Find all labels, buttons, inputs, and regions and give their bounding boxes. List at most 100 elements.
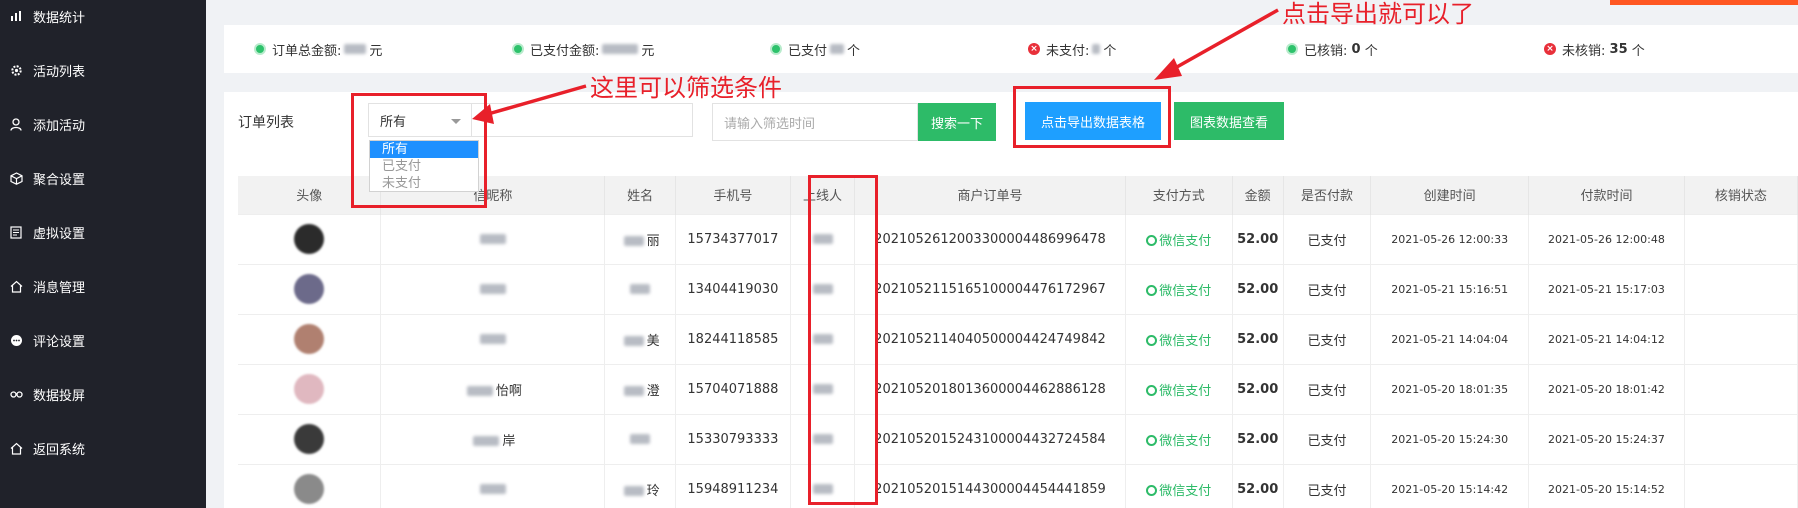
sidebar-item-back[interactable]: 返回系统 (0, 421, 206, 475)
avatar (294, 274, 325, 304)
verify-status-cell (1684, 413, 1798, 464)
nickname-cell (380, 463, 606, 508)
sidebar-item-activity-list[interactable]: 活动列表 (0, 43, 206, 97)
col-pay-method: 支付方式 (1125, 176, 1233, 214)
col-order-no: 商户订单号 (854, 176, 1126, 214)
chart-view-button[interactable]: 图表数据查看 (1174, 102, 1284, 140)
nickname-cell (380, 313, 606, 364)
amount-cell: 52.00 (1232, 363, 1284, 414)
sidebar-item-stats[interactable]: 数据统计 (0, 0, 206, 43)
name-cell: 美 (604, 313, 676, 364)
avatar-cell (238, 313, 382, 364)
wechat-pay-icon (1146, 484, 1158, 496)
date-filter-input[interactable]: 请输入筛选时间 (712, 103, 918, 141)
table-row: 美 18244118585 20210521140405000044247498​4… (238, 313, 1798, 364)
sidebar: 数据统计 活动列表 添加活动 聚合设置 虚拟设置 消息管理 评论设置 数据投屏 … (0, 0, 206, 508)
blurred-value (466, 386, 493, 396)
verify-status-cell (1684, 363, 1798, 414)
paid-status-cell: 已支付 (1283, 363, 1372, 414)
blurred-value (479, 284, 506, 294)
avatar-cell (238, 263, 382, 314)
home-icon (9, 279, 23, 293)
sidebar-item-label: 评论设置 (33, 334, 86, 350)
stat-paid-amount: 已支付金额: 元 (512, 25, 654, 73)
filter-highlight-box (351, 93, 487, 208)
order-no-cell: 20210520180136000044628861​28 (854, 363, 1126, 414)
stat-unpaid-count: × 未支付: 个 (1028, 25, 1116, 73)
sidebar-item-label: 聚合设置 (33, 172, 86, 188)
link-icon (9, 387, 23, 401)
sidebar-item-projection[interactable]: 数据投屏 (0, 367, 206, 421)
phone-cell: 15704071888 (675, 363, 792, 414)
blurred-value (630, 434, 651, 444)
sidebar-item-label: 活动列表 (33, 64, 86, 80)
avatar (294, 474, 325, 505)
amount-cell: 52.00 (1232, 213, 1284, 264)
name-cell: 丽 (604, 213, 676, 264)
search-button[interactable]: 搜索一下 (918, 103, 996, 141)
paid-time-cell: 2021-05-20 15:24:37 (1528, 413, 1685, 464)
sidebar-item-label: 数据投屏 (33, 388, 86, 404)
wechat-pay-icon (1146, 284, 1158, 296)
order-no-cell: 20210526120033000044869964​78 (854, 213, 1126, 264)
pay-method-cell: 微信支付 (1125, 263, 1233, 314)
verify-status-cell (1684, 313, 1798, 364)
phone-cell: 13404419030 (675, 263, 792, 314)
sidebar-item-label: 消息管理 (33, 280, 86, 296)
avatar-cell (238, 463, 382, 508)
blurred-value (479, 234, 506, 244)
verify-status-cell (1684, 463, 1798, 508)
paid-status-cell: 已支付 (1283, 413, 1372, 464)
blurred-value (479, 334, 506, 344)
nickname-cell (380, 263, 606, 314)
amount-cell: 52.00 (1232, 263, 1284, 314)
verify-status-cell (1684, 213, 1798, 264)
amount-cell: 52.00 (1232, 413, 1284, 464)
blurred-value (1092, 44, 1101, 54)
created-time-cell: 2021-05-26 12:00:33 (1370, 213, 1530, 264)
name-cell: 玲 (604, 463, 676, 508)
sidebar-item-label: 数据统计 (33, 10, 86, 26)
export-hint-text: 点击导出就可以了 (1282, 0, 1474, 28)
stat-total-amount: 订单总金额: 元 (254, 25, 382, 73)
referrer-highlight-box (808, 175, 878, 505)
pay-method-cell: 微信支付 (1125, 313, 1233, 364)
created-time-cell: 2021-05-20 15:24:30 (1370, 413, 1530, 464)
sidebar-item-virtual[interactable]: 虚拟设置 (0, 205, 206, 259)
wechat-pay-icon (1146, 384, 1158, 396)
paid-time-cell: 2021-05-20 18:01:42 (1528, 363, 1685, 414)
top-accent-strip (1610, 0, 1798, 5)
paid-time-cell: 2021-05-21 15:17:03 (1528, 263, 1685, 314)
created-time-cell: 2021-05-20 18:01:35 (1370, 363, 1530, 414)
sidebar-item-add-activity[interactable]: 添加活动 (0, 97, 206, 151)
phone-cell: 18244118585 (675, 313, 792, 364)
blurred-value (623, 486, 644, 497)
created-time-cell: 2021-05-21 15:16:51 (1370, 263, 1530, 314)
check-circle-icon (1286, 43, 1298, 55)
pay-method-cell: 微信支付 (1125, 413, 1233, 464)
amount-cell: 52.00 (1232, 463, 1284, 508)
table-row: 丽 15734377017 20210526120033000044869964​7… (238, 213, 1798, 264)
order-no-cell: 20210521140405000044247498​42 (854, 313, 1126, 364)
name-cell: 澄 (604, 363, 676, 414)
blurred-value (830, 44, 845, 54)
sidebar-item-comments[interactable]: 评论设置 (0, 313, 206, 367)
paid-status-cell: 已支付 (1283, 463, 1372, 508)
table-row: 13404419030 20210521151651000044761729​67… (238, 263, 1798, 314)
cube-icon (9, 171, 23, 185)
col-name: 姓名 (604, 176, 676, 214)
paid-status-cell: 已支付 (1283, 313, 1372, 364)
name-cell (604, 263, 676, 314)
sidebar-item-messages[interactable]: 消息管理 (0, 259, 206, 313)
user-icon (9, 117, 23, 131)
blurred-value (344, 44, 367, 54)
chart-icon (9, 9, 23, 23)
blurred-value (623, 236, 644, 246)
phone-cell: 15734377017 (675, 213, 792, 264)
table-row: 怡啊澄 15704071888 20210520180136000044628861… (238, 363, 1798, 414)
sidebar-item-aggregate[interactable]: 聚合设置 (0, 151, 206, 205)
filter-hint-text: 这里可以筛选条件 (590, 74, 782, 102)
pay-method-cell: 微信支付 (1125, 463, 1233, 508)
blurred-value (630, 284, 651, 294)
nickname-cell (380, 213, 606, 264)
